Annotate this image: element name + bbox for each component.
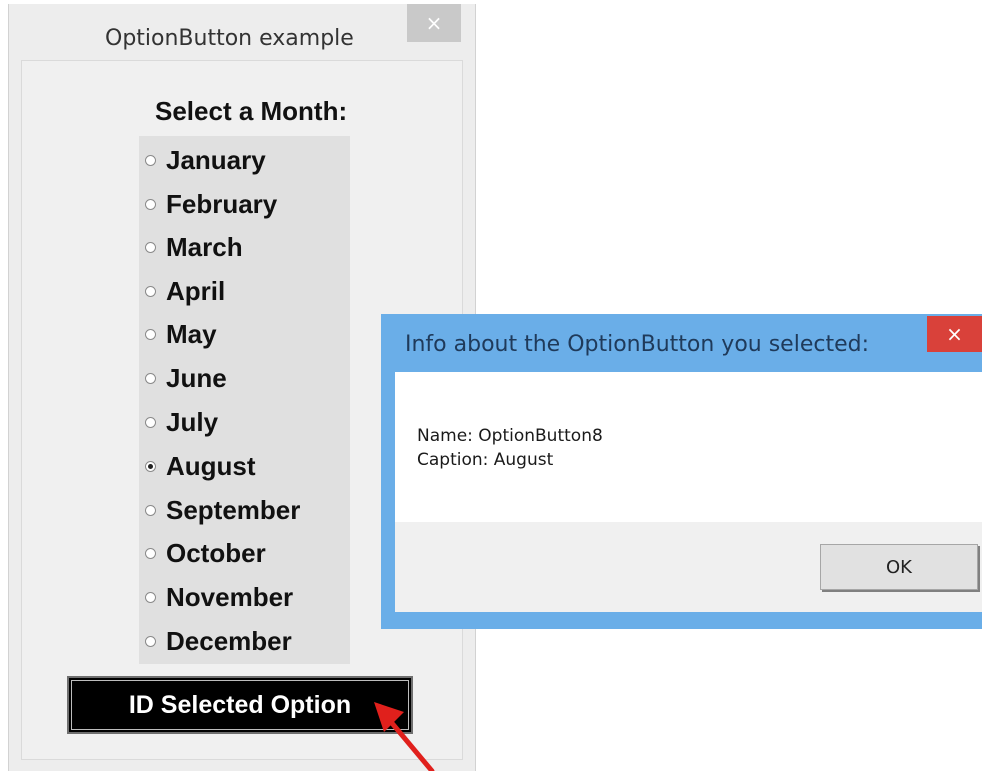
- radio-icon[interactable]: [145, 416, 156, 428]
- ok-button[interactable]: OK: [820, 544, 978, 590]
- option-january[interactable]: January: [145, 140, 266, 180]
- message-box: Info about the OptionButton you selected…: [381, 314, 982, 629]
- option-june[interactable]: June: [145, 358, 227, 398]
- red-arrow-icon: [374, 702, 435, 771]
- option-october[interactable]: October: [145, 533, 266, 573]
- radio-icon[interactable]: [145, 154, 156, 166]
- message-box-body: Name: OptionButton8 Caption: August: [395, 372, 982, 522]
- message-line-caption: Caption: August: [417, 450, 554, 470]
- option-april[interactable]: April: [145, 271, 225, 311]
- radio-icon[interactable]: [145, 285, 156, 297]
- option-march[interactable]: March: [145, 227, 243, 267]
- option-label: November: [166, 581, 294, 612]
- close-icon: ×: [946, 322, 963, 346]
- option-december[interactable]: December: [145, 621, 292, 661]
- option-november[interactable]: November: [145, 577, 293, 617]
- option-february[interactable]: February: [145, 184, 277, 224]
- option-label: August: [166, 450, 256, 481]
- radio-icon[interactable]: [145, 372, 156, 384]
- message-text: Name: OptionButton8 Caption: August: [417, 424, 603, 472]
- message-box-title: Info about the OptionButton you selected…: [405, 332, 869, 357]
- option-label: June: [166, 362, 227, 393]
- option-label: February: [166, 188, 278, 219]
- close-icon: ×: [425, 11, 443, 35]
- radio-icon[interactable]: [145, 635, 156, 647]
- option-label: April: [166, 275, 226, 306]
- option-label: December: [166, 625, 292, 656]
- option-label: March: [166, 231, 243, 262]
- radio-icon[interactable]: [145, 547, 156, 559]
- option-august[interactable]: August: [145, 446, 256, 486]
- message-line-name: Name: OptionButton8: [417, 426, 603, 446]
- month-heading: Select a Month:: [155, 96, 348, 126]
- option-september[interactable]: September: [145, 490, 300, 530]
- option-may[interactable]: May: [145, 314, 217, 354]
- radio-icon[interactable]: [145, 504, 156, 516]
- userform-close-button[interactable]: ×: [407, 4, 461, 42]
- option-label: January: [166, 144, 266, 175]
- radio-icon[interactable]: [145, 198, 156, 210]
- radio-icon[interactable]: [145, 591, 156, 603]
- option-label: October: [166, 537, 266, 568]
- radio-icon[interactable]: [145, 328, 156, 340]
- message-box-footer: OK: [395, 522, 982, 612]
- userform-title: OptionButton example: [105, 26, 354, 51]
- option-label: September: [166, 494, 301, 525]
- option-label: May: [166, 318, 217, 349]
- radio-checked-icon[interactable]: [145, 460, 156, 472]
- radio-icon[interactable]: [145, 241, 156, 253]
- option-july[interactable]: July: [145, 402, 218, 442]
- option-label: July: [166, 406, 219, 437]
- message-box-close-button[interactable]: ×: [927, 316, 982, 352]
